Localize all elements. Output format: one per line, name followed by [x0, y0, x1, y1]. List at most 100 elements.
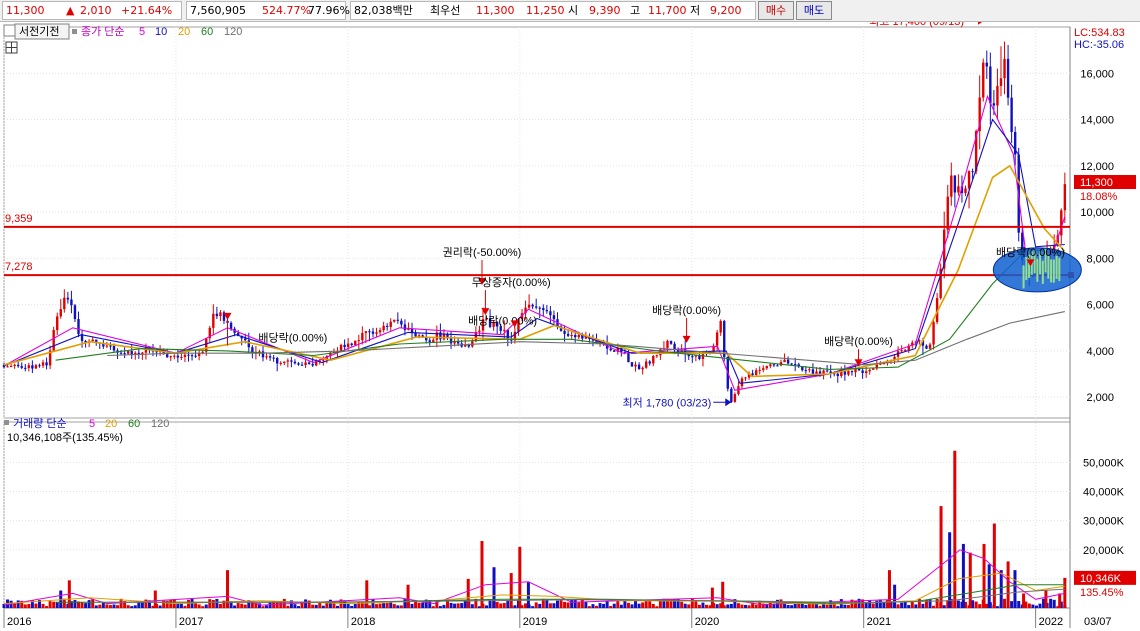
high-label: 고 — [630, 4, 641, 17]
candle-body — [378, 330, 382, 333]
volume-bar — [864, 602, 868, 608]
candle-body — [322, 359, 325, 361]
candle-body — [311, 364, 314, 366]
volume-bar — [623, 601, 627, 608]
volume-bar — [907, 605, 911, 608]
candle-body — [868, 369, 871, 372]
candle-body — [641, 367, 644, 370]
candle-body — [91, 339, 94, 342]
candle-body — [368, 331, 371, 333]
candle-body — [985, 62, 988, 67]
volume-bar — [786, 604, 790, 608]
volume-bar — [296, 606, 300, 608]
candle-body — [272, 357, 275, 359]
volume-bar — [84, 603, 88, 608]
volume-bar — [98, 604, 102, 608]
volume-bar — [921, 603, 925, 608]
candle-body — [776, 365, 779, 367]
volume-bar — [602, 603, 606, 608]
volume-bar — [442, 604, 446, 608]
x-tick-label: 2019 — [523, 616, 547, 628]
candle-body — [215, 313, 219, 317]
volume-bar — [453, 603, 457, 608]
volume-bar — [240, 603, 244, 608]
up-arrow-icon: ▲ — [66, 4, 75, 17]
candle-body — [570, 334, 573, 336]
candle-body — [971, 171, 974, 173]
volume-ma-legend-120: 120 — [151, 418, 169, 430]
buy-button[interactable]: 매수 — [758, 1, 794, 20]
candle-body — [669, 340, 673, 344]
candle-body — [109, 345, 112, 347]
candle-body — [730, 388, 733, 402]
volume-bar — [555, 600, 559, 608]
candle-body — [836, 373, 839, 377]
candle-body — [793, 364, 797, 366]
volume-bar — [790, 605, 794, 608]
candle-body — [666, 340, 669, 348]
candle-body — [126, 351, 130, 354]
volume-bar — [619, 604, 623, 608]
sell-button[interactable]: 매도 — [796, 1, 832, 20]
candle-body — [123, 353, 126, 355]
volume-bar — [609, 605, 613, 608]
candle-body — [630, 362, 634, 367]
candle-body — [119, 352, 123, 354]
candle-body — [577, 335, 580, 338]
volume-bar — [480, 541, 484, 608]
volume-bar — [365, 580, 369, 608]
price-tick-label: 12,000 — [1080, 161, 1114, 173]
volume-bar — [353, 604, 357, 608]
candle-body — [432, 339, 435, 342]
candle-body — [371, 331, 375, 334]
candle-body — [648, 361, 651, 364]
candle-body — [265, 356, 268, 358]
low-label: 저 — [690, 4, 701, 17]
event-label: 배당락(0.00%) — [258, 332, 327, 345]
event-label: 배당락(0.00%) — [824, 335, 893, 348]
best-bid: 11,250 — [526, 4, 565, 17]
volume-bar — [893, 584, 897, 608]
volume-bar — [868, 600, 872, 608]
volume-bar — [744, 604, 748, 608]
current-price: 11,300 — [6, 4, 45, 17]
volume-bar — [396, 605, 400, 608]
volume-bar — [236, 603, 240, 608]
volume-bar — [421, 602, 425, 608]
volume-bar — [747, 605, 751, 608]
volume-bar — [336, 605, 340, 608]
stock-chart[interactable]: 2,000 4,000 6,000 8,000 10,000 12,000 14,000 16… — [0, 22, 1140, 631]
candle-body — [783, 359, 786, 363]
volume-bar — [612, 603, 616, 608]
volume-bar — [1010, 601, 1014, 608]
volume-tick-label: 30,000K — [1083, 516, 1125, 528]
volume-bar — [1006, 561, 1010, 608]
candle-body — [864, 371, 868, 374]
candle-body — [964, 188, 967, 194]
volume-bar — [382, 603, 386, 608]
turnover-pct: 77.96% — [308, 4, 350, 17]
volume-bar — [648, 601, 652, 608]
candle-body — [279, 362, 282, 364]
price-tick-label: 16,000 — [1080, 68, 1114, 80]
volume-bar — [417, 602, 421, 608]
volume-bar — [346, 603, 350, 608]
volume-bar — [526, 581, 530, 608]
price-tick-label: 10,000 — [1080, 207, 1114, 219]
candle-body — [847, 371, 850, 375]
candle-body — [644, 361, 648, 368]
volume-bar — [201, 606, 205, 608]
volume-bar — [995, 606, 999, 608]
volume-bar — [1063, 577, 1067, 608]
candle-body — [190, 355, 194, 357]
volume-bar — [704, 604, 708, 608]
candle-body — [354, 340, 357, 346]
candle-body — [275, 357, 279, 364]
candle-body — [857, 368, 861, 371]
candle-body — [283, 361, 286, 363]
volume-bar — [1017, 601, 1021, 608]
candle-body — [173, 355, 176, 357]
volume-bar — [506, 601, 510, 608]
volume-bar — [215, 598, 219, 608]
volume-bar — [563, 601, 567, 608]
